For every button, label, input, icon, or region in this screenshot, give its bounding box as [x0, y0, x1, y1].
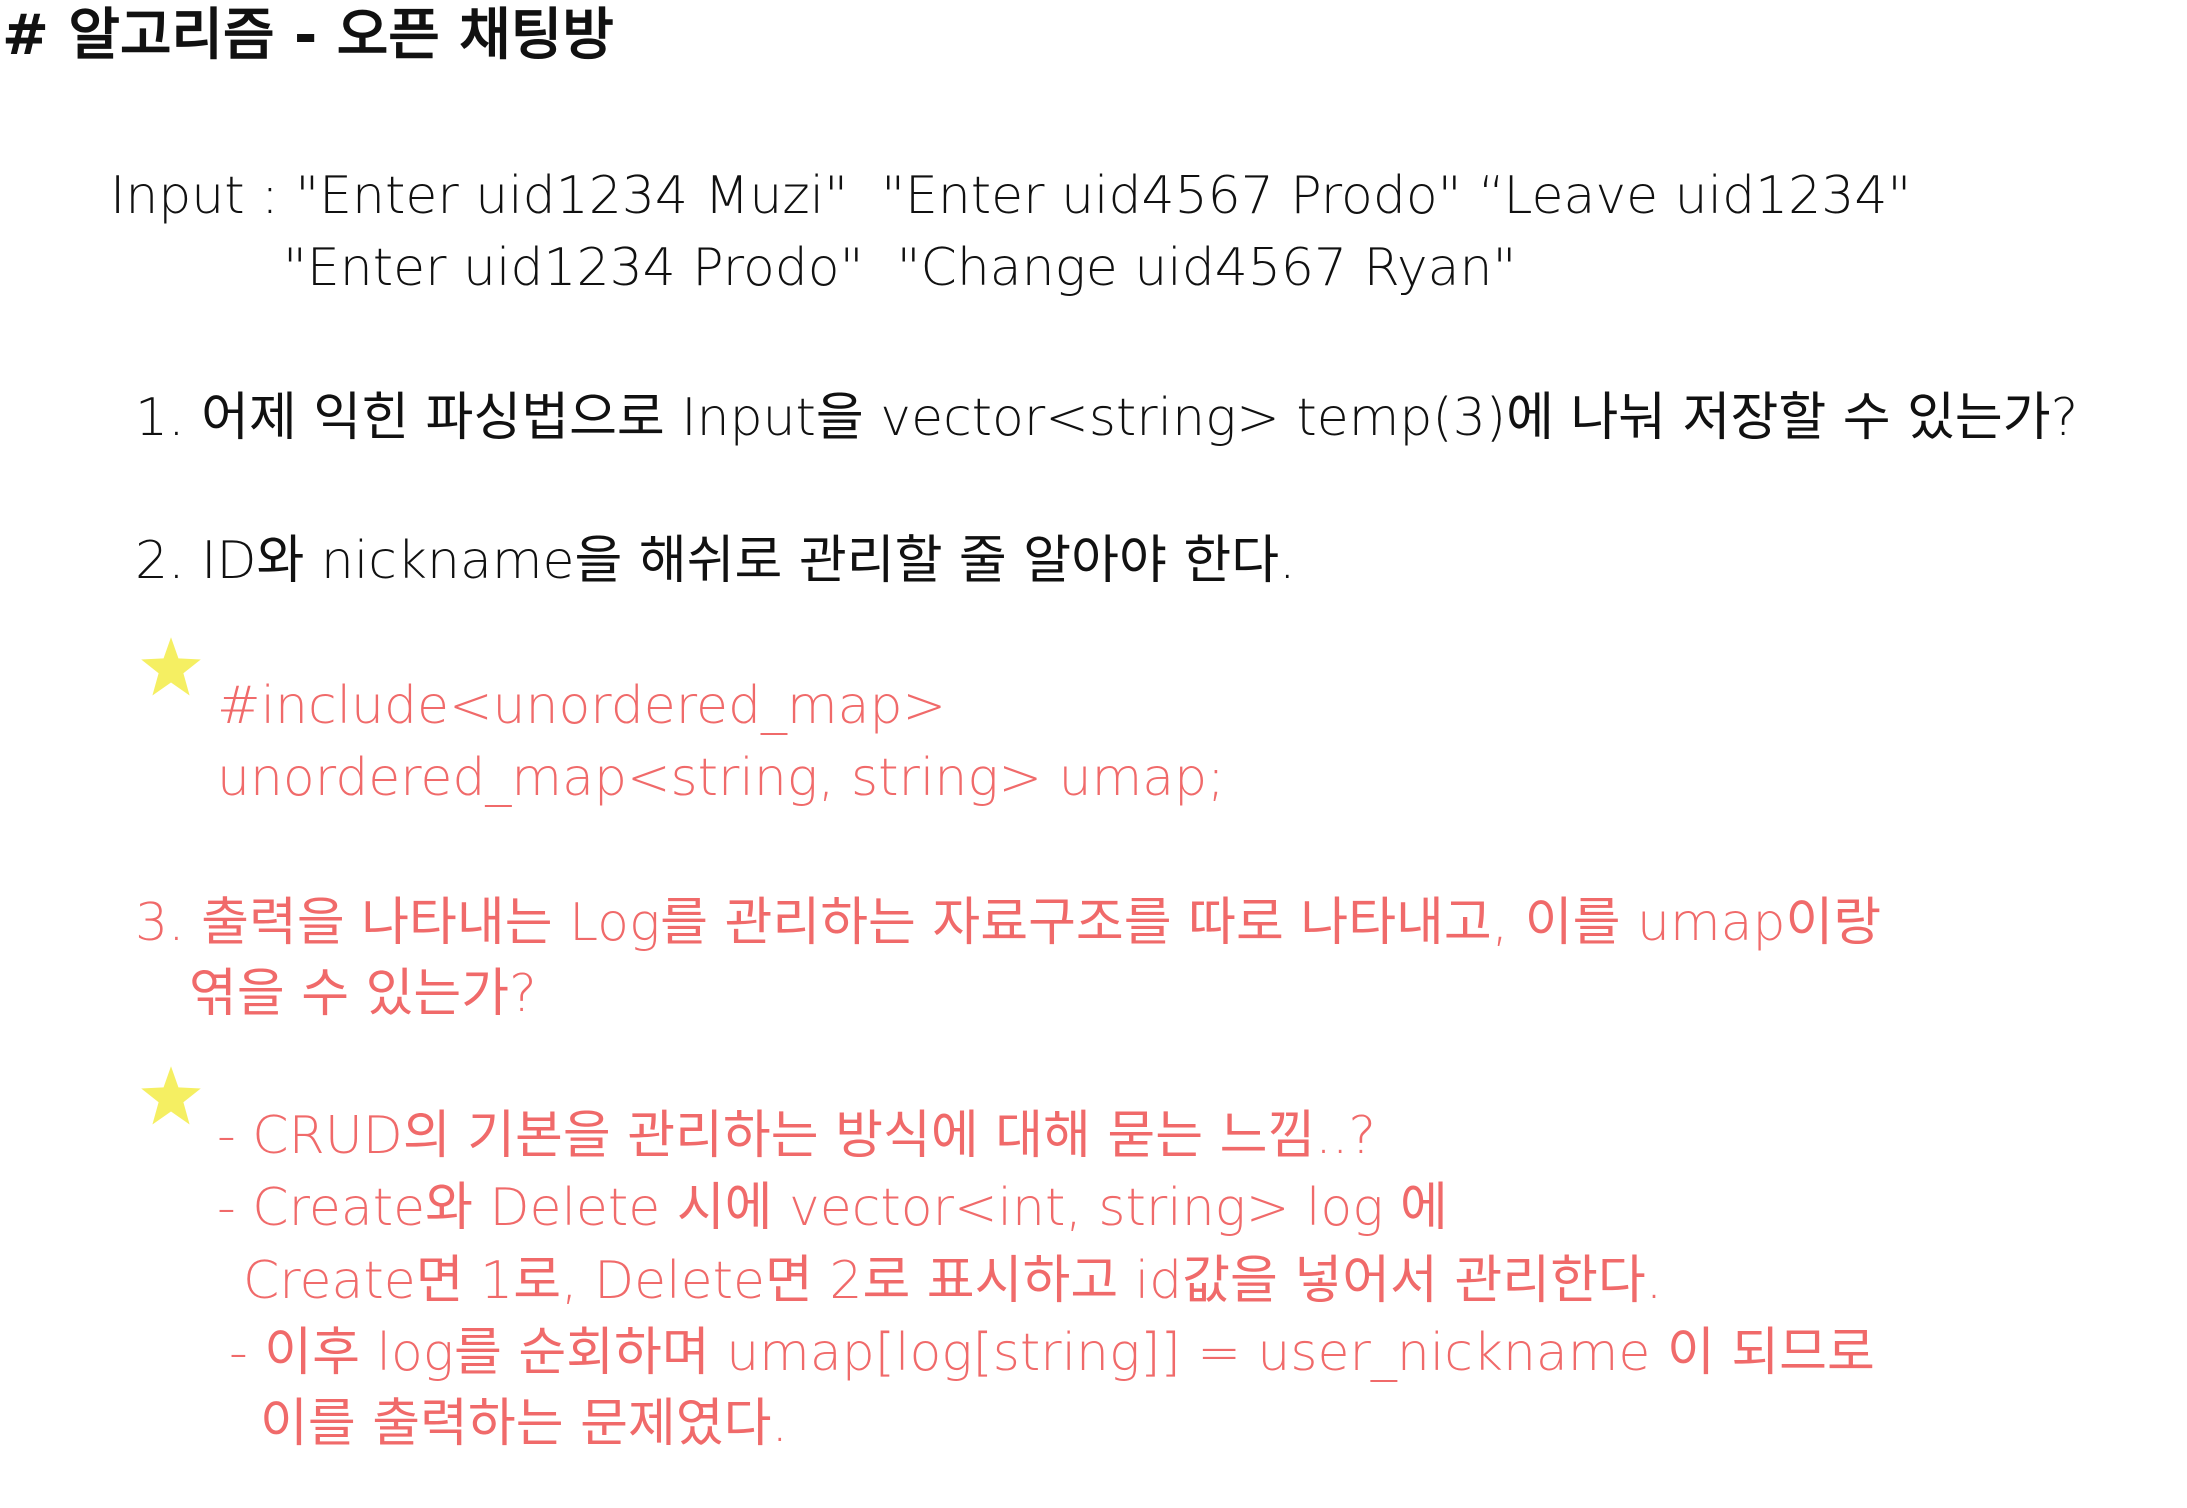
input-line-1: Input : "Enter uid1234 Muzi" "Enter uid4… [110, 166, 1912, 226]
point-2: 2. ID와 nickname을 해쉬로 관리할 줄 알아야 한다. [135, 531, 1296, 591]
note-line-1: - CRUD의 기본을 관리하는 방식에 대해 묻는 느낌..? [217, 1106, 1376, 1166]
note-line-2: - Create와 Delete 시에 vector<int, string> … [217, 1178, 1448, 1238]
star-icon-svg [141, 1066, 201, 1125]
point-3-line-1: 3. 출력을 나타내는 Log를 관리하는 자료구조를 따로 나타내고, 이를 … [135, 893, 1882, 953]
code-umap-decl: unordered_map<string, string> umap; [217, 748, 1225, 808]
note-line-3: Create면 1로, Delete면 2로 표시하고 id값을 넣어서 관리한… [243, 1251, 1663, 1311]
note-line-4: - 이후 log를 순회하며 umap[log[string]] = user_… [229, 1323, 1875, 1383]
input-line-2: "Enter uid1234 Prodo" "Change uid4567 Ry… [283, 238, 1517, 298]
point-1: 1. 어제 익힌 파싱법으로 Input을 vector<string> tem… [135, 388, 2079, 448]
star-icon-svg [141, 637, 201, 696]
star-icon [140, 1065, 202, 1127]
note-line-5: 이를 출력하는 문제였다. [260, 1394, 788, 1454]
point-3-line-2: 엮을 수 있는가? [189, 964, 537, 1024]
page-title: # 알고리즘 - 오픈 채팅방 [2, 3, 614, 68]
star-icon [140, 636, 202, 698]
code-include: #include<unordered_map> [217, 676, 947, 736]
